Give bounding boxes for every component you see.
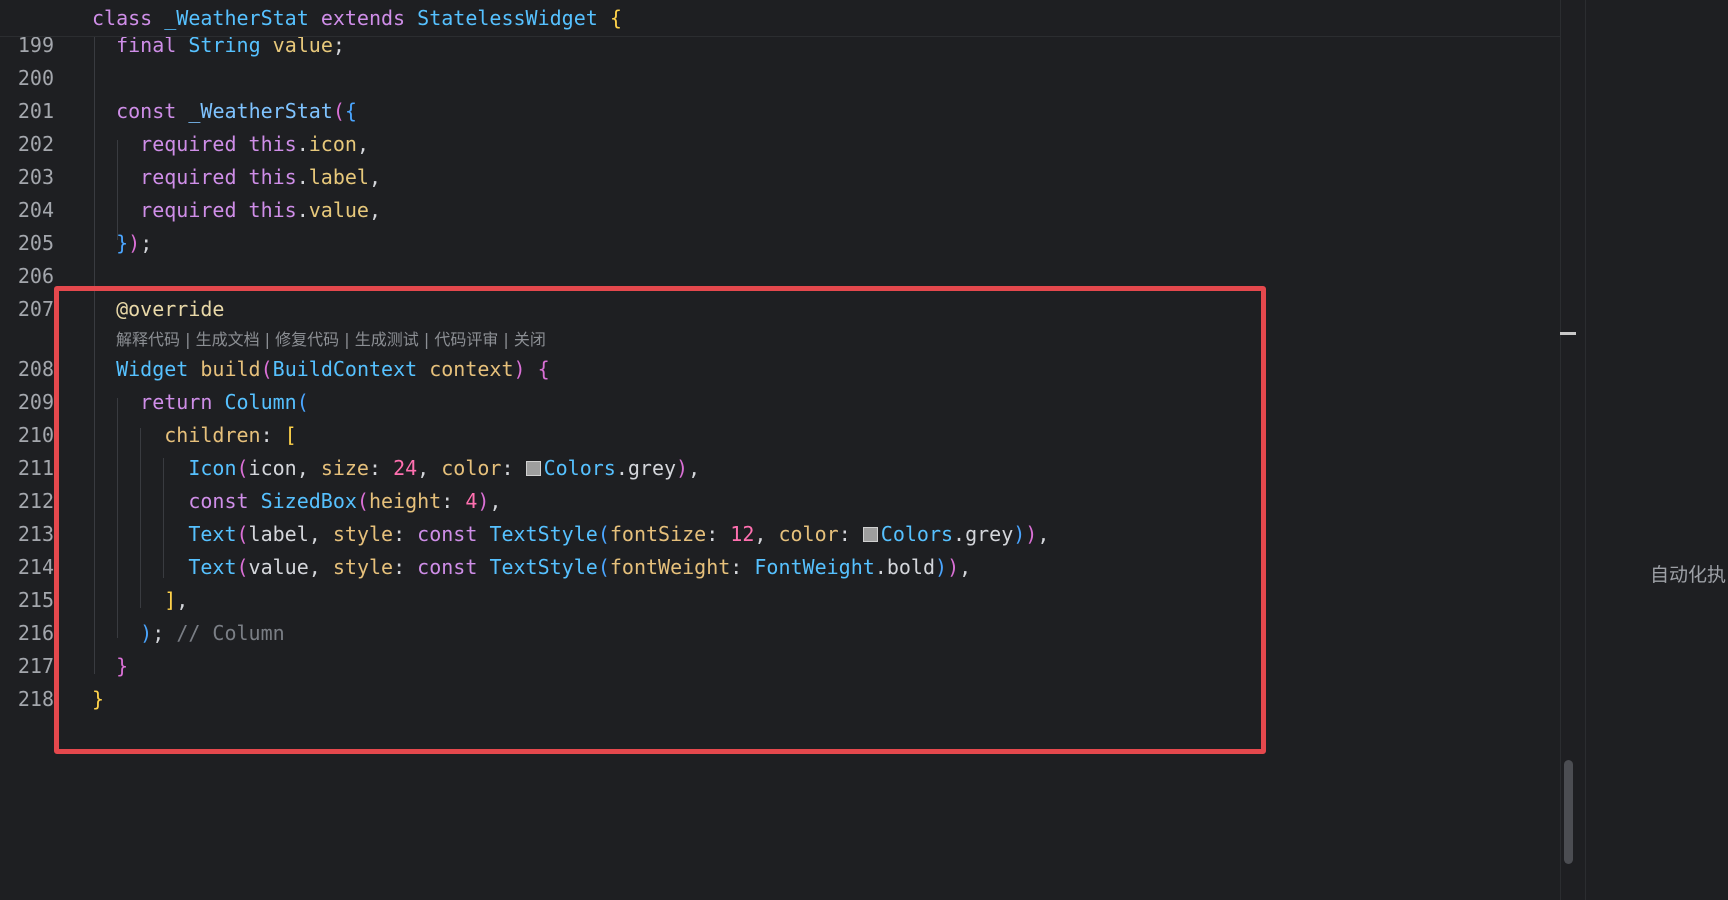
- line-number: 214: [17, 555, 54, 579]
- code-line[interactable]: });: [92, 227, 152, 260]
- highlight-box: [54, 286, 1266, 754]
- sticky-header-line: class _WeatherStat extends StatelessWidg…: [92, 2, 622, 35]
- line-number: 201: [17, 99, 54, 123]
- scroll-marker: [1560, 332, 1576, 335]
- field-name: value: [308, 198, 369, 222]
- code-line[interactable]: required this.label,: [92, 161, 381, 194]
- line-number: 216: [17, 621, 54, 645]
- side-panel-label[interactable]: 自动化执: [1650, 560, 1726, 587]
- brace: {: [344, 99, 357, 123]
- constructor-name: _WeatherStat: [188, 99, 333, 123]
- class-name: _WeatherStat: [164, 6, 309, 30]
- line-number: 208: [17, 357, 54, 381]
- punctuation: .: [296, 132, 309, 156]
- line-number: 204: [17, 198, 54, 222]
- super-type: StatelessWidget: [417, 6, 598, 30]
- code-editor[interactable]: class _WeatherStat extends StatelessWidg…: [0, 0, 1560, 900]
- line-number: 211: [17, 456, 54, 480]
- line-number: 200: [17, 66, 54, 90]
- keyword: const: [116, 99, 177, 123]
- sticky-class-header[interactable]: class _WeatherStat extends StatelessWidg…: [0, 0, 1560, 37]
- punctuation: ;: [140, 231, 153, 255]
- line-number: 203: [17, 165, 54, 189]
- code-line[interactable]: const _WeatherStat({: [92, 95, 357, 128]
- brace: {: [609, 6, 622, 30]
- this-keyword: this: [248, 165, 297, 189]
- line-number: 210: [17, 423, 54, 447]
- brace: }: [116, 231, 129, 255]
- punctuation: ,: [368, 165, 382, 189]
- code-line[interactable]: required this.icon,: [92, 128, 369, 161]
- this-keyword: this: [248, 198, 297, 222]
- punctuation: .: [296, 165, 309, 189]
- paren: (: [332, 99, 345, 123]
- line-number: 215: [17, 588, 54, 612]
- keyword: required: [140, 198, 237, 222]
- punctuation: ,: [368, 198, 382, 222]
- code-line[interactable]: required this.value,: [92, 194, 381, 227]
- scrollbar-thumb[interactable]: [1564, 760, 1573, 864]
- keyword: required: [140, 165, 237, 189]
- line-number: 218: [17, 687, 54, 711]
- this-keyword: this: [248, 132, 297, 156]
- side-panel: [1585, 0, 1728, 900]
- line-number: 207: [17, 297, 54, 321]
- punctuation: .: [296, 198, 309, 222]
- keyword: class: [92, 6, 153, 30]
- line-number: 212: [17, 489, 54, 513]
- keyword: extends: [320, 6, 406, 30]
- line-number: 206: [17, 264, 54, 288]
- field-name: label: [308, 165, 369, 189]
- paren: ): [128, 231, 141, 255]
- line-number: 209: [17, 390, 54, 414]
- field-name: icon: [308, 132, 357, 156]
- line-number: 217: [17, 654, 54, 678]
- keyword: required: [140, 132, 237, 156]
- line-number: 202: [17, 132, 54, 156]
- line-number: 213: [17, 522, 54, 546]
- punctuation: ,: [356, 132, 369, 156]
- line-number: 205: [17, 231, 54, 255]
